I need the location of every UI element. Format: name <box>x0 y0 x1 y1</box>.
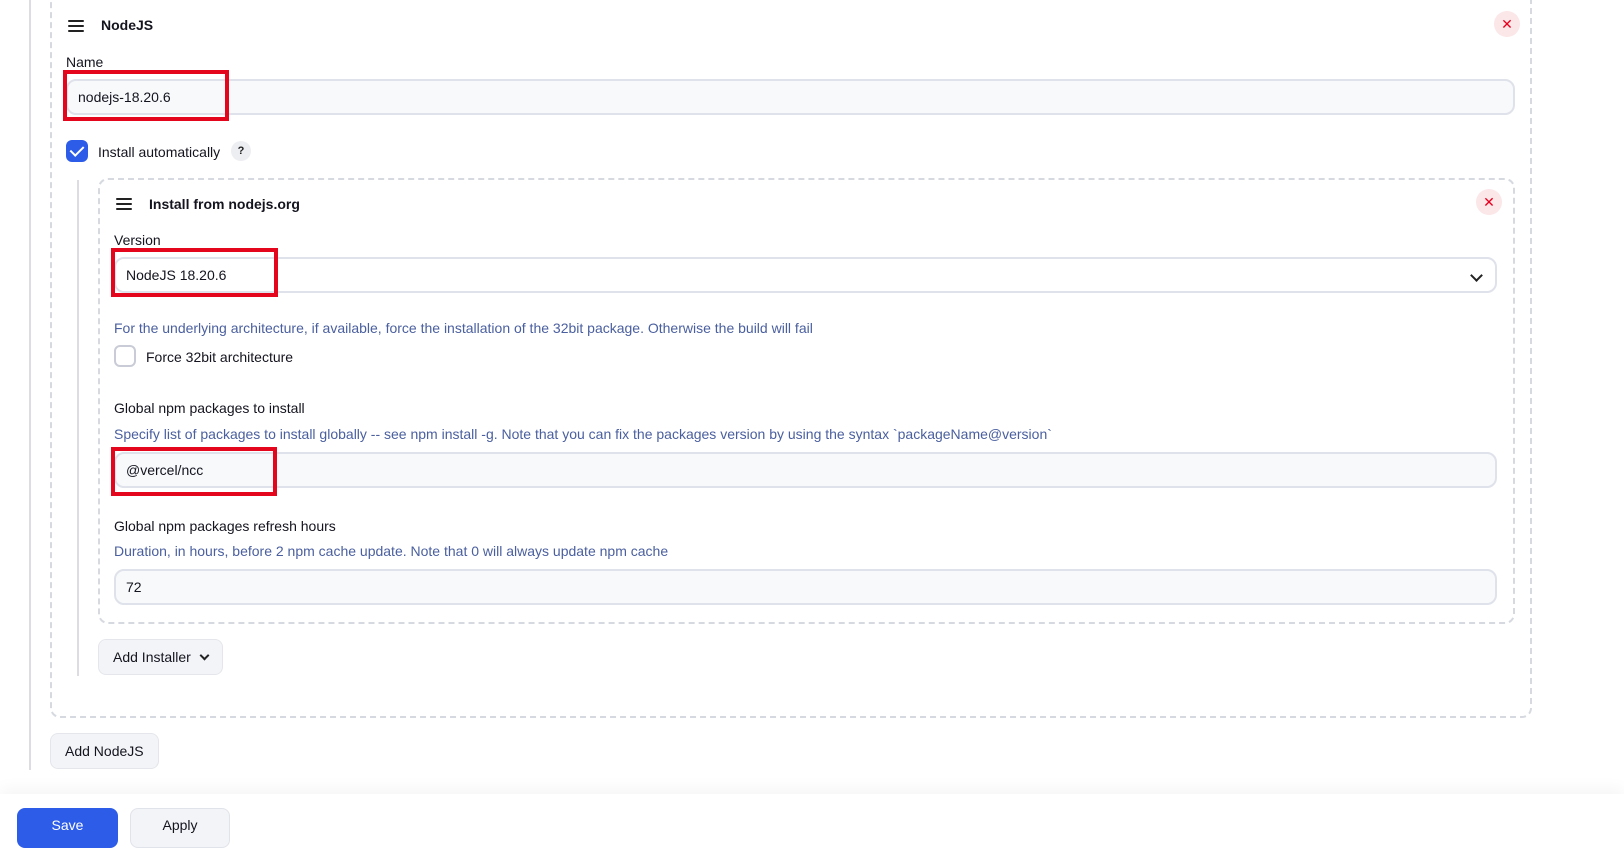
npm-packages-help-text: Specify list of packages to install glob… <box>114 426 1052 442</box>
add-installer-label: Add Installer <box>113 649 191 665</box>
npm-packages-label: Global npm packages to install <box>114 400 305 416</box>
version-label: Version <box>114 232 161 248</box>
close-icon[interactable]: ✕ <box>1494 11 1520 37</box>
add-nodejs-label: Add NodeJS <box>65 743 144 759</box>
help-icon[interactable]: ? <box>231 141 251 161</box>
chevron-down-icon <box>199 650 210 661</box>
name-input[interactable]: nodejs-18.20.6 <box>66 79 1515 115</box>
chevron-down-icon <box>1470 269 1483 282</box>
add-installer-button[interactable]: Add Installer <box>98 639 223 675</box>
apply-button[interactable]: Apply <box>130 808 230 848</box>
installer-indent-rule <box>77 180 79 676</box>
refresh-hours-label: Global npm packages refresh hours <box>114 518 336 534</box>
highlight-box-npm <box>111 447 277 496</box>
refresh-hours-input[interactable]: 72 <box>114 569 1497 605</box>
highlight-box-name <box>63 70 229 121</box>
install-automatically-checkbox[interactable] <box>66 140 88 162</box>
save-button[interactable]: Save <box>17 808 118 848</box>
left-border <box>29 0 31 770</box>
arch-help-text: For the underlying architecture, if avai… <box>114 320 813 336</box>
force-32bit-label: Force 32bit architecture <box>146 349 294 365</box>
npm-packages-input[interactable]: @vercel/ncc <box>114 452 1497 488</box>
force-32bit-checkbox[interactable] <box>114 345 136 367</box>
name-label: Name <box>66 54 104 70</box>
installer-card-title: Install from nodejs.org <box>149 196 300 212</box>
refresh-hours-help-text: Duration, in hours, before 2 npm cache u… <box>114 543 669 559</box>
install-automatically-label: Install automatically <box>98 144 221 160</box>
drag-handle-icon[interactable] <box>116 198 132 210</box>
drag-handle-icon[interactable] <box>68 20 84 32</box>
close-icon[interactable]: ✕ <box>1476 189 1502 215</box>
refresh-hours-input-value: 72 <box>126 579 142 595</box>
highlight-box-version <box>111 248 278 297</box>
form-footer: Save Apply <box>0 794 1624 858</box>
add-nodejs-button[interactable]: Add NodeJS <box>50 733 159 769</box>
version-select[interactable]: NodeJS 18.20.6 <box>114 257 1497 293</box>
nodejs-card-title: NodeJS <box>101 17 154 33</box>
